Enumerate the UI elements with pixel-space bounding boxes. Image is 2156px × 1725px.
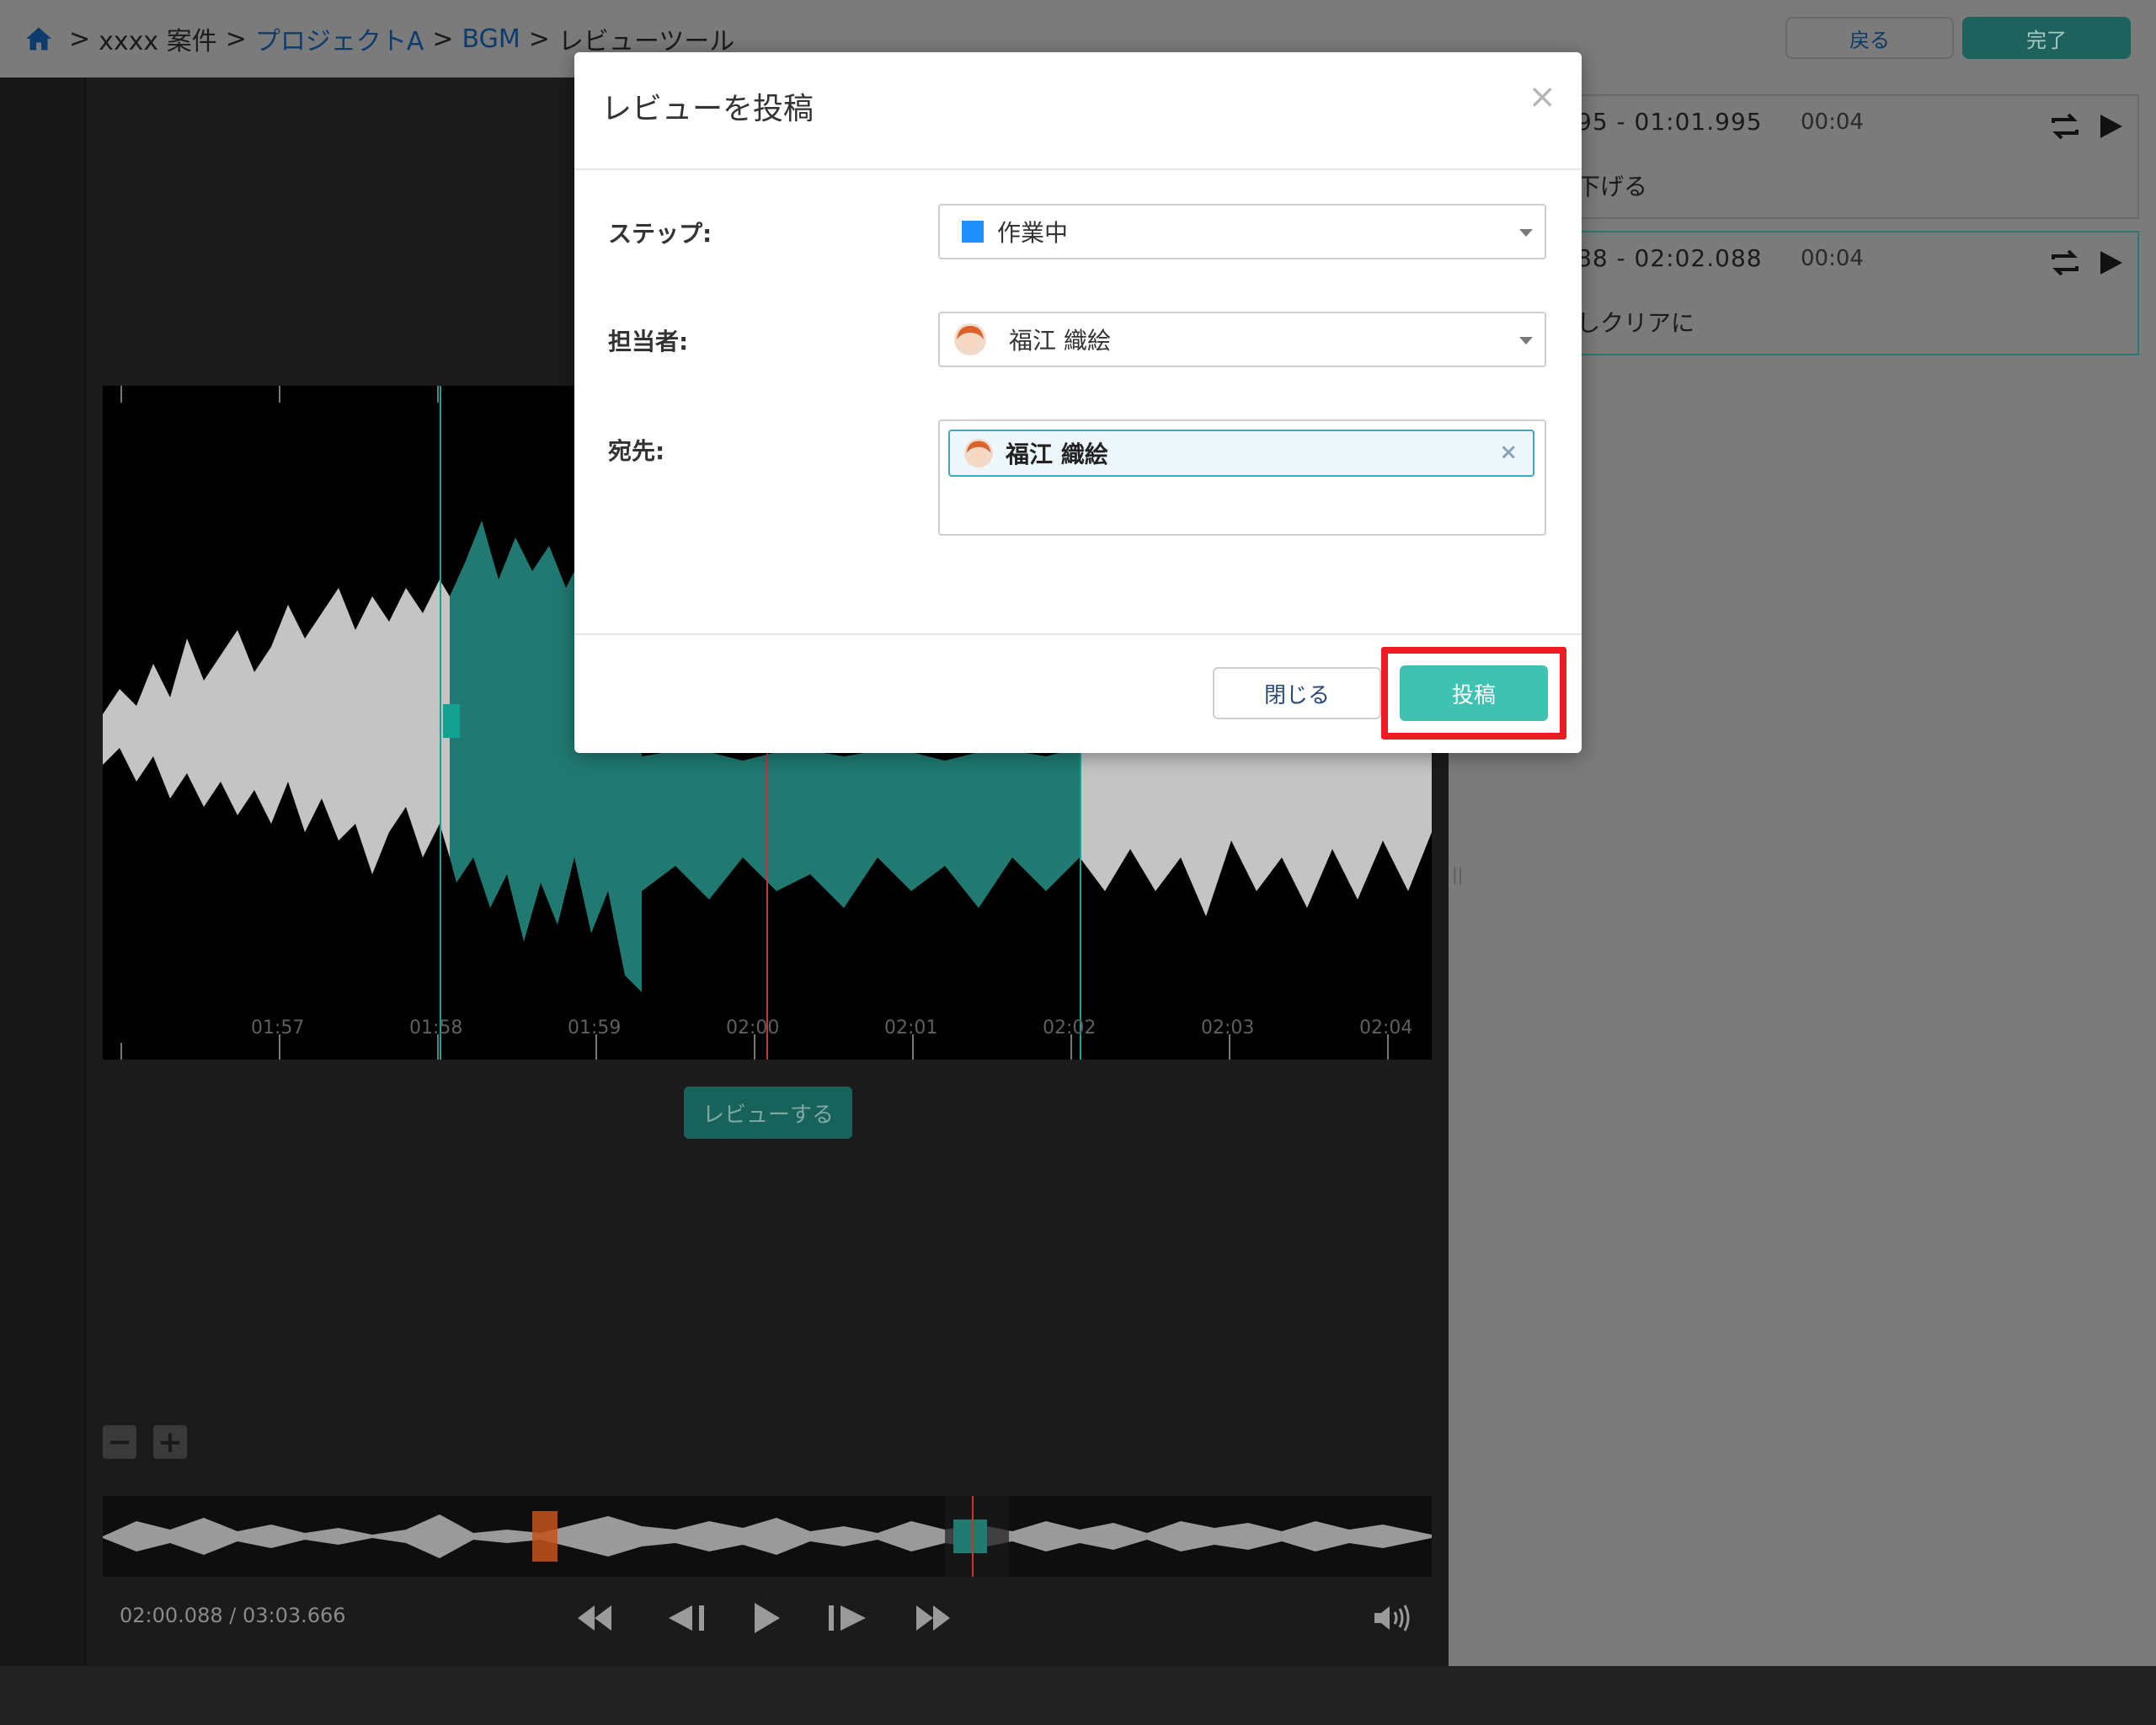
chevron-down-icon (1519, 337, 1533, 344)
bottom-bar (0, 1666, 2156, 1725)
recipient-chip-label: 福江 織絵 (1006, 441, 1108, 468)
time-tick-label: 02:04 (1359, 1017, 1413, 1039)
dialog-divider (574, 168, 1582, 170)
play-icon[interactable] (2092, 108, 2129, 145)
left-sidebar-strip (0, 77, 86, 1666)
time-tick-label: 02:00 (726, 1017, 780, 1039)
comment-duration: 00:04 (1801, 246, 1864, 271)
breadcrumb-folder-link[interactable]: BGM (462, 24, 520, 54)
loop-icon[interactable] (2047, 244, 2084, 281)
step-select-value: 作業中 (997, 219, 1069, 247)
time-tick-label: 02:03 (1201, 1017, 1255, 1039)
volume-button[interactable] (1369, 1597, 1420, 1639)
remove-recipient-icon[interactable]: × (1499, 440, 1518, 465)
play-icon[interactable] (2092, 244, 2129, 281)
rewind-button[interactable] (569, 1597, 620, 1639)
post-review-dialog: レビューを投稿 × ステップ: 作業中 担当者: 福江 織絵 宛先: 福江 織絵… (574, 52, 1582, 753)
breadcrumb-separator: > (528, 24, 550, 54)
comment-duration: 00:04 (1801, 109, 1864, 135)
panel-resize-handle[interactable]: || (1452, 864, 1463, 884)
breadcrumb-separator: > (432, 24, 454, 54)
breadcrumb-project-link[interactable]: プロジェクトA (255, 20, 424, 57)
fast-forward-icon (916, 1605, 950, 1631)
previous-frame-button[interactable] (662, 1597, 712, 1639)
step-back-icon (669, 1605, 704, 1631)
step-label: ステップ: (608, 220, 712, 248)
home-icon[interactable] (24, 24, 54, 54)
assignee-label: 担当者: (608, 328, 689, 355)
playback-timecode: 02:00.088 / 03:03.666 (120, 1604, 346, 1627)
volume-icon (1374, 1605, 1410, 1632)
chevron-down-icon (1519, 229, 1533, 237)
avatar (963, 438, 994, 468)
assignee-select[interactable]: 福江 織絵 (938, 312, 1546, 367)
breadcrumb-separator: > (225, 24, 247, 54)
done-button[interactable]: 完了 (1962, 17, 2131, 59)
time-tick-label: 02:01 (884, 1017, 938, 1039)
assignee-select-value: 福江 織絵 (1009, 327, 1111, 355)
play-icon (755, 1603, 780, 1633)
play-button[interactable] (741, 1597, 792, 1639)
breadcrumb-separator: > (69, 24, 91, 54)
recipient-chip[interactable]: 福江 織絵 × (948, 430, 1534, 477)
close-dialog-button[interactable]: 閉じる (1213, 667, 1381, 719)
status-color-swatch (962, 221, 984, 243)
time-tick-label: 02:02 (1043, 1017, 1097, 1039)
dialog-title: レビューを投稿 (601, 92, 814, 126)
fast-forward-button[interactable] (908, 1597, 958, 1639)
zoom-in-button[interactable]: + (153, 1425, 187, 1460)
recipient-input[interactable]: 福江 織絵 × (938, 419, 1546, 536)
overview-graphic (103, 1496, 1432, 1577)
region-start-marker (440, 386, 441, 1060)
region-handle (443, 704, 460, 738)
rewind-icon (578, 1605, 611, 1631)
recipient-label: 宛先: (608, 437, 665, 465)
step-forward-icon (829, 1605, 866, 1631)
review-button[interactable]: レビューする (684, 1087, 852, 1139)
time-tick-label: 01:57 (251, 1017, 305, 1039)
next-frame-button[interactable] (822, 1597, 873, 1639)
loop-icon[interactable] (2047, 108, 2084, 145)
post-button[interactable]: 投稿 (1400, 665, 1548, 721)
close-icon[interactable]: × (1528, 77, 1556, 116)
step-select[interactable]: 作業中 (938, 204, 1546, 259)
dialog-divider (574, 633, 1582, 635)
avatar (954, 323, 986, 355)
time-tick-label: 01:59 (568, 1017, 622, 1039)
breadcrumb-client: xxxx 案件 (99, 27, 217, 56)
comment-text: 下げる (1577, 173, 1648, 200)
overview-waveform[interactable] (103, 1496, 1432, 1577)
zoom-out-button[interactable]: − (103, 1425, 136, 1460)
comment-text: しクリアに (1577, 309, 1695, 337)
comment-range: 88 - 02:02.088 (1577, 244, 1763, 272)
time-tick-label: 01:58 (409, 1017, 463, 1039)
comment-range: 95 - 01:01.995 (1577, 108, 1763, 136)
back-button[interactable]: 戻る (1785, 17, 1954, 59)
